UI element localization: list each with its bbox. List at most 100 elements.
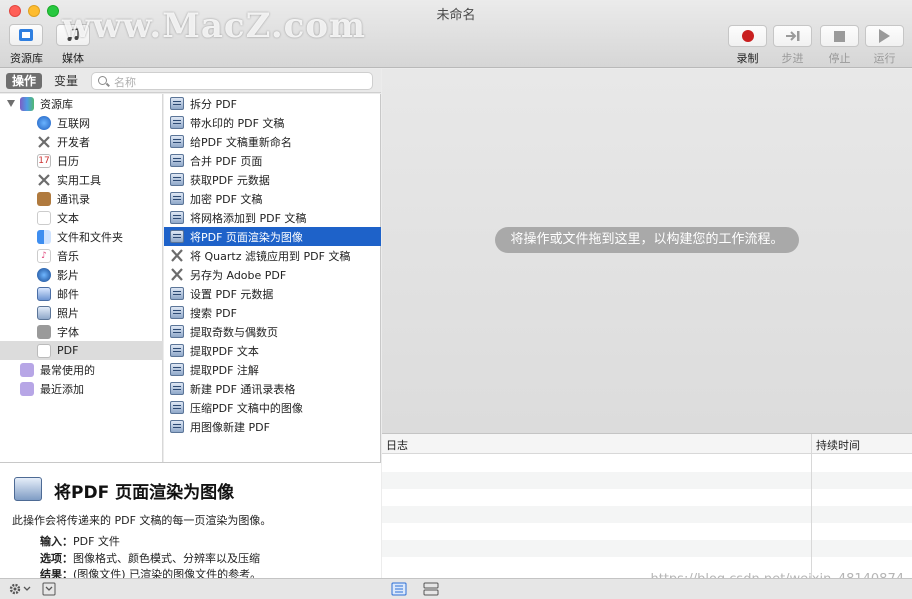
- library-item-label: 互联网: [57, 116, 90, 130]
- library-item-files-folders[interactable]: 文件和文件夹: [0, 227, 163, 246]
- action-item[interactable]: 合并 PDF 页面: [164, 151, 381, 170]
- smart-folder-icon: [20, 362, 34, 377]
- action-label: 另存为 Adobe PDF: [190, 268, 287, 282]
- action-item[interactable]: 用图像新建 PDF: [164, 417, 381, 436]
- watermark: www.MacZ.com: [62, 6, 367, 46]
- column-divider: [811, 434, 812, 579]
- calendar-icon: 17: [37, 153, 51, 168]
- log-row: [382, 506, 912, 523]
- smart-group-most-used[interactable]: 最常使用的: [0, 360, 163, 379]
- library-item-developer[interactable]: 开发者: [0, 132, 163, 151]
- workflow-canvas[interactable]: 将操作或文件拖到这里，以构建您的工作流程。: [382, 69, 912, 433]
- tab-variables[interactable]: 变量: [48, 73, 84, 89]
- action-item[interactable]: 新建 PDF 通讯录表格: [164, 379, 381, 398]
- disclosure-triangle-icon[interactable]: [7, 100, 15, 107]
- action-label: 提取PDF 注解: [190, 363, 259, 377]
- action-item[interactable]: 提取PDF 注解: [164, 360, 381, 379]
- action-item-selected[interactable]: 将PDF 页面渲染为图像: [164, 227, 381, 246]
- split-view-icon[interactable]: [423, 582, 439, 596]
- library-item-calendar[interactable]: 17 日历: [0, 151, 163, 170]
- library-item-fonts[interactable]: 字体: [0, 322, 163, 341]
- library-root[interactable]: 资源库: [0, 94, 163, 113]
- step-button[interactable]: [773, 25, 812, 47]
- library-item-internet[interactable]: 互联网: [0, 113, 163, 132]
- action-label: 加密 PDF 文稿: [190, 192, 263, 206]
- description-title: 将PDF 页面渲染为图像: [54, 483, 235, 503]
- action-icon: [170, 173, 184, 186]
- action-item[interactable]: 将 Quartz 滤镜应用到 PDF 文稿: [164, 246, 381, 265]
- library-item-movies[interactable]: 影片: [0, 265, 163, 284]
- library-item-contacts[interactable]: 通讯录: [0, 189, 163, 208]
- library-item-label: 字体: [57, 325, 79, 339]
- record-button[interactable]: [728, 25, 767, 47]
- list-view-icon[interactable]: [391, 582, 407, 596]
- action-icon: [170, 154, 184, 167]
- library-item-photos[interactable]: 照片: [0, 303, 163, 322]
- action-icon: [170, 230, 184, 243]
- action-label: 压缩PDF 文稿中的图像: [190, 401, 303, 415]
- action-label: 搜索 PDF: [190, 306, 237, 320]
- tab-actions[interactable]: 操作: [6, 73, 43, 89]
- action-item[interactable]: 提取PDF 文本: [164, 341, 381, 360]
- font-icon: [37, 324, 51, 339]
- action-icon: [170, 211, 184, 224]
- log-table: 日志 持续时间 https://blog.csdn.net/weixin_481…: [382, 433, 912, 587]
- action-item[interactable]: 将网格添加到 PDF 文稿: [164, 208, 381, 227]
- run-button[interactable]: [865, 25, 904, 47]
- description-options: 选项：图像格式、颜色模式、分辨率以及压缩: [40, 550, 260, 566]
- action-item[interactable]: 加密 PDF 文稿: [164, 189, 381, 208]
- library-toggle-label: 资源库: [10, 52, 43, 65]
- duration-column-header[interactable]: 持续时间: [816, 437, 860, 453]
- action-icon: [170, 363, 184, 376]
- library-toggle-button[interactable]: [9, 24, 43, 46]
- gear-menu-icon[interactable]: [8, 582, 32, 596]
- library-item-mail[interactable]: 邮件: [0, 284, 163, 303]
- log-column-header[interactable]: 日志: [386, 437, 408, 453]
- smart-group-label: 最近添加: [40, 382, 84, 396]
- workflow-footer: [381, 578, 912, 599]
- action-icon: [170, 325, 184, 338]
- library-header: 操作 变量 名称: [0, 69, 381, 93]
- action-icon: [170, 344, 184, 357]
- stop-icon: [834, 30, 845, 42]
- action-item[interactable]: 设置 PDF 元数据: [164, 284, 381, 303]
- mail-icon: [37, 286, 51, 301]
- library-root-label: 资源库: [40, 97, 73, 111]
- action-item[interactable]: 搜索 PDF: [164, 303, 381, 322]
- action-item[interactable]: 提取奇数与偶数页: [164, 322, 381, 341]
- action-label: 新建 PDF 通讯录表格: [190, 382, 296, 396]
- search-input[interactable]: 名称: [91, 72, 373, 90]
- action-item[interactable]: 获取PDF 元数据: [164, 170, 381, 189]
- library-item-pdf[interactable]: PDF: [0, 341, 163, 360]
- step-label: 步进: [781, 52, 804, 65]
- action-icon: [170, 97, 184, 110]
- action-icon: [170, 401, 184, 414]
- action-label: 获取PDF 元数据: [190, 173, 270, 187]
- movie-icon: [37, 267, 51, 282]
- action-item[interactable]: 压缩PDF 文稿中的图像: [164, 398, 381, 417]
- action-item[interactable]: 给PDF 文稿重新命名: [164, 132, 381, 151]
- action-item[interactable]: 带水印的 PDF 文稿: [164, 113, 381, 132]
- finder-icon: [37, 229, 51, 244]
- action-icon: [170, 116, 184, 129]
- action-item[interactable]: 另存为 Adobe PDF: [164, 265, 381, 284]
- description-toggle-icon[interactable]: [42, 582, 56, 596]
- library-item-label: 音乐: [57, 249, 79, 263]
- library-footer: [0, 578, 381, 599]
- library-item-utilities[interactable]: 实用工具: [0, 170, 163, 189]
- library-item-text[interactable]: 文本: [0, 208, 163, 227]
- library-item-label: 文本: [57, 211, 79, 225]
- smart-group-recently-added[interactable]: 最近添加: [0, 379, 163, 398]
- action-icon: [170, 287, 184, 300]
- library-item-music[interactable]: ♪ 音乐: [0, 246, 163, 265]
- input-key: 输入：: [40, 535, 73, 548]
- library-item-label: 开发者: [57, 135, 90, 149]
- library-item-label: 通讯录: [57, 192, 90, 206]
- stop-button[interactable]: [820, 25, 859, 47]
- render-pdf-icon: [14, 477, 42, 501]
- action-item[interactable]: 拆分 PDF: [164, 94, 381, 113]
- action-icon: [170, 382, 184, 395]
- library-icon: [19, 29, 33, 41]
- library-shelf-icon: [20, 96, 34, 111]
- play-icon: [879, 29, 890, 43]
